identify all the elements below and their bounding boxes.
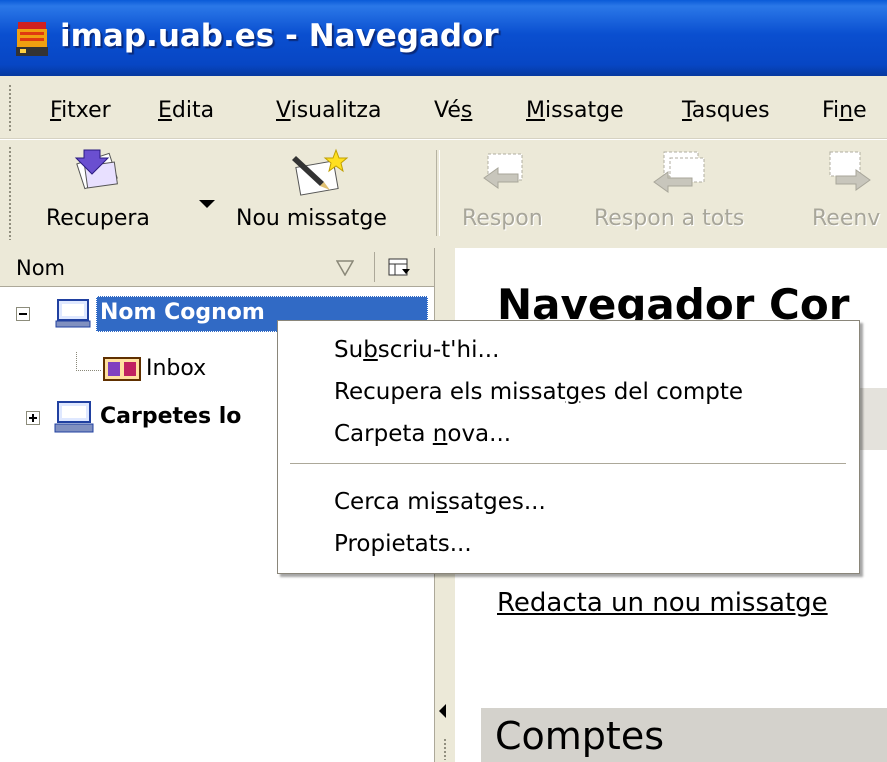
inbox-icon: [103, 357, 141, 381]
toolbar: Recupera Nou missatge Respon Respon a to…: [0, 139, 887, 248]
local-folders-label: Carpetes lo: [100, 404, 242, 429]
new-message-label: Nou missatge: [236, 206, 387, 231]
reply-button[interactable]: Respon: [458, 140, 568, 248]
splitter-gripper: [443, 738, 447, 760]
menu-bar: Fitxer Edita Visualitza Vés Missatge Tas…: [0, 76, 887, 139]
new-message-icon: [292, 148, 349, 196]
account-label: Nom Cognom: [100, 300, 265, 325]
reply-all-icon: [653, 151, 705, 193]
forward-icon: [829, 151, 871, 191]
menu-ves[interactable]: Vés: [434, 98, 472, 123]
tree-item-inbox[interactable]: Inbox: [0, 352, 300, 388]
menu-finestra[interactable]: Fine: [822, 98, 867, 123]
menu-tasques[interactable]: Tasques: [682, 98, 770, 123]
column-divider[interactable]: [374, 252, 375, 282]
collapse-pane-arrow-icon[interactable]: [439, 704, 446, 718]
expand-toggle[interactable]: [26, 411, 40, 425]
menu-edita[interactable]: Edita: [158, 98, 214, 123]
menubar-gripper[interactable]: [8, 84, 12, 132]
column-picker-icon[interactable]: [386, 256, 412, 280]
reply-all-button[interactable]: Respon a tots: [590, 140, 790, 248]
toolbar-gripper[interactable]: [8, 146, 12, 240]
account-icon: [55, 299, 91, 328]
get-mail-label: Recupera: [46, 206, 150, 231]
reply-icon: [483, 153, 523, 189]
forward-label: Reenv: [812, 206, 881, 231]
get-mail-button[interactable]: Recupera: [40, 140, 180, 248]
menu-item-search-messages[interactable]: Cerca missatges...: [334, 489, 546, 515]
reply-all-label: Respon a tots: [594, 206, 745, 231]
sort-indicator-icon: [336, 260, 354, 276]
menu-fitxer[interactable]: Fitxer: [50, 98, 111, 123]
menu-item-properties[interactable]: Propietats...: [334, 531, 472, 557]
get-mail-dropdown-arrow[interactable]: [199, 200, 215, 208]
mail-app-icon: [16, 22, 48, 56]
toolbar-separator: [436, 150, 440, 236]
column-header-label: Nom: [16, 256, 66, 280]
get-mail-icon: [74, 149, 118, 190]
title-bar[interactable]: imap.uab.es - Navegador: [0, 0, 887, 76]
accounts-heading: Comptes: [495, 714, 664, 758]
collapse-toggle[interactable]: [16, 307, 30, 321]
folder-column-header[interactable]: Nom: [0, 248, 434, 287]
compose-message-link[interactable]: Redacta un nou missatge: [497, 588, 828, 618]
menu-item-subscribe[interactable]: Subscriu-t'hi...: [334, 337, 499, 363]
accounts-section-header: Comptes: [481, 708, 887, 762]
menu-separator: [290, 463, 846, 466]
new-message-button[interactable]: Nou missatge: [232, 140, 422, 248]
reply-label: Respon: [462, 206, 543, 231]
menu-item-new-folder[interactable]: Carpeta nova...: [334, 421, 511, 447]
window-title: imap.uab.es - Navegador: [60, 18, 499, 54]
context-menu: Subscriu-t'hi... Recupera els missatges …: [277, 320, 860, 574]
menu-missatge[interactable]: Missatge: [526, 98, 624, 123]
forward-button[interactable]: Reenv: [808, 140, 887, 248]
local-folders-icon: [54, 401, 94, 433]
menu-visualitza[interactable]: Visualitza: [276, 98, 381, 123]
tree-connector: [76, 352, 101, 371]
inbox-label: Inbox: [146, 356, 207, 381]
menu-item-get-account-messages[interactable]: Recupera els missatges del compte: [334, 379, 743, 405]
